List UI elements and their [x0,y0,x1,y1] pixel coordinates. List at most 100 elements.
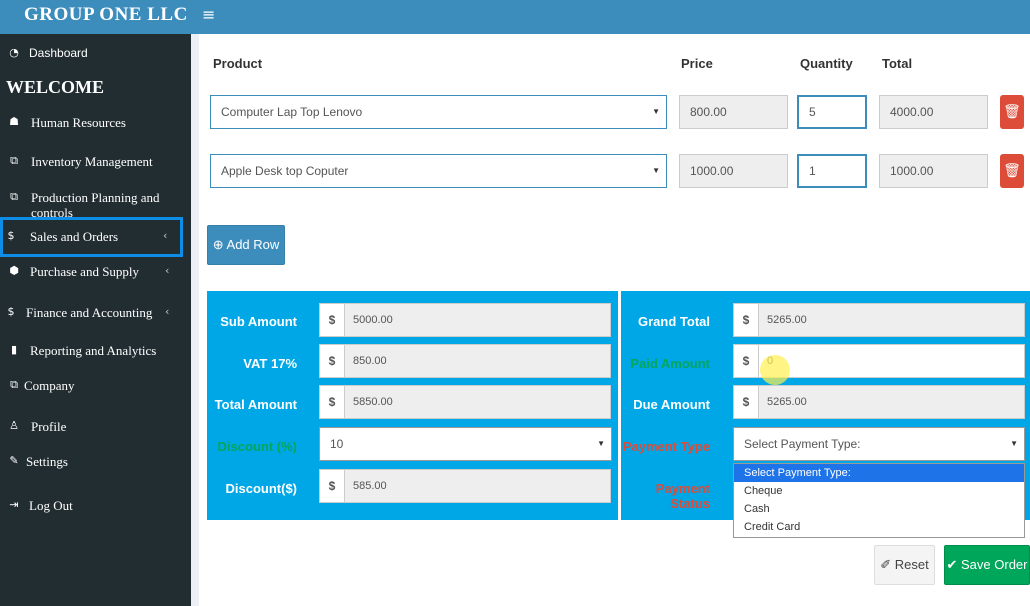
dollar-icon: $ [733,303,759,337]
dollar-icon: $ [733,344,759,378]
sidebar-item-profile[interactable]: ♙ Profile [0,419,191,435]
check-circle-icon: ✔ [946,557,958,572]
dollar-icon: $ [319,469,345,503]
copy-icon: ⧉ [10,190,18,203]
sidebar: ◔ Dashboard WELCOME ☗ Human Resources ⧉ … [0,34,191,606]
chevron-left-icon: ‹ [163,229,168,242]
chevron-left-icon: ‹ [165,264,170,277]
grand-total-label: Grand Total [638,314,710,329]
eraser-icon: ✐ [880,557,892,572]
product-select[interactable]: Computer Lap Top Lenovo ▼ [210,95,667,129]
total-field: 4000.00 [879,95,988,129]
vat-label: VAT 17% [243,356,297,371]
payment-type-option[interactable]: Cheque [734,482,1024,500]
product-select-value: Apple Desk top Coputer [221,164,349,178]
sidebar-item-reporting[interactable]: ▮ Reporting and Analytics [0,343,191,359]
dollar-icon: $ [7,305,15,318]
header-quantity: Quantity [800,56,853,71]
price-field: 1000.00 [679,154,788,188]
payment-type-option[interactable]: Credit Card [734,518,1024,536]
sidebar-item-label: Dashboard [29,46,88,60]
plus-circle-icon: ⊕ [212,237,224,252]
caret-down-icon: ▼ [597,439,605,448]
sub-amount-field: 5000.00 [345,303,611,337]
dollar-icon: $ [7,229,15,242]
chevron-left-icon: ‹ [165,305,170,318]
bar-chart-icon: ▮ [10,343,18,356]
sidebar-item-settings[interactable]: ✎ Settings [0,454,191,470]
welcome-heading: WELCOME [6,77,105,97]
discount-percent-value: 10 [330,437,344,451]
reset-button[interactable]: ✐ Reset [874,545,935,585]
discount-amount-label: Discount($) [225,481,298,496]
order-form: Product Price Quantity Total Computer La… [199,34,1030,606]
total-amount-field: 5850.00 [345,385,611,419]
copy-icon: ⧉ [10,154,18,167]
due-amount-field: 5265.00 [759,385,1025,419]
payment-type-label: Payment Type [622,439,710,454]
sidebar-item-label: Reporting and Analytics [30,343,157,358]
add-row-button[interactable]: ⊕ Add Row [207,225,285,265]
delete-row-button[interactable]: 🗑 [1000,95,1024,129]
discount-percent-label: Discount (%) [217,439,297,454]
sidebar-item-label: Human Resources [31,115,126,130]
paid-amount-label: Paid Amount [630,356,710,371]
users-icon: ☗ [9,115,19,128]
product-select[interactable]: Apple Desk top Coputer ▼ [210,154,667,188]
quantity-input[interactable]: 5 [797,95,867,129]
caret-down-icon: ▼ [652,166,660,175]
sidebar-item-purchase[interactable]: ⬢ Purchase and Supply ‹ [0,264,191,280]
dollar-icon: $ [733,385,759,419]
payment-type-value: Select Payment Type: [744,437,861,451]
save-order-button[interactable]: ✔ Save Order [944,545,1030,585]
quantity-input[interactable]: 1 [797,154,867,188]
sidebar-item-sales-orders[interactable]: $ Sales and Orders ‹ [0,229,191,245]
sidebar-item-dashboard[interactable]: ◔ Dashboard [0,46,191,62]
trash-icon: 🗑 [1003,104,1021,120]
save-order-label: Save Order [961,557,1028,572]
payment-type-dropdown: Select Payment Type: Cheque Cash Credit … [733,463,1025,538]
sidebar-item-finance[interactable]: $ Finance and Accounting ‹ [0,305,191,321]
sidebar-item-label: Inventory Management [31,154,153,169]
top-navbar: GROUP ONE LLC ≡ [0,0,1030,34]
sidebar-item-label: Company [24,378,75,393]
delete-row-button[interactable]: 🗑 [1000,154,1024,188]
paid-amount-input[interactable]: 0 [759,344,1025,378]
discount-percent-select[interactable]: 10 ▼ [319,427,612,461]
total-field: 1000.00 [879,154,988,188]
total-amount-label: Total Amount [214,397,297,412]
caret-down-icon: ▼ [1010,439,1018,448]
sidebar-item-inventory[interactable]: ⧉ Inventory Management [0,154,191,170]
bars-icon[interactable]: ≡ [202,5,215,24]
payment-type-option[interactable]: Select Payment Type: [734,464,1024,482]
user-icon: ♙ [9,419,19,432]
mouse-cursor-highlight [760,355,790,385]
grand-total-field: 5265.00 [759,303,1025,337]
cube-icon: ⬢ [9,264,19,277]
header-product: Product [213,56,263,71]
wrench-icon: ✎ [9,454,19,467]
sidebar-item-label: Settings [26,454,68,469]
sidebar-item-company[interactable]: ⧉ Company [0,378,191,394]
reset-label: Reset [894,557,929,572]
header-total: Total [882,56,913,71]
sidebar-item-label: Sales and Orders [30,229,119,244]
sidebar-item-logout[interactable]: ⇥ Log Out [0,498,191,514]
trash-icon: 🗑 [1003,163,1021,179]
sidebar-item-label: Purchase and Supply [30,264,140,279]
payment-status-label: Payment Status [655,481,710,511]
sidebar-item-human-resources[interactable]: ☗ Human Resources [0,115,191,131]
vat-field: 850.00 [345,344,611,378]
sign-out-icon: ⇥ [9,498,19,511]
copy-icon: ⧉ [10,378,18,391]
caret-down-icon: ▼ [652,107,660,116]
dashboard-icon: ◔ [9,46,19,59]
price-field: 800.00 [679,95,788,129]
brand-logo[interactable]: GROUP ONE LLC [24,4,188,26]
sub-amount-label: Sub Amount [220,314,297,329]
payment-type-option[interactable]: Cash [734,500,1024,518]
sidebar-item-label: Finance and Accounting [26,305,153,320]
dollar-icon: $ [319,385,345,419]
sidebar-item-label: Profile [31,419,67,434]
payment-type-select[interactable]: Select Payment Type: ▼ [733,427,1025,461]
